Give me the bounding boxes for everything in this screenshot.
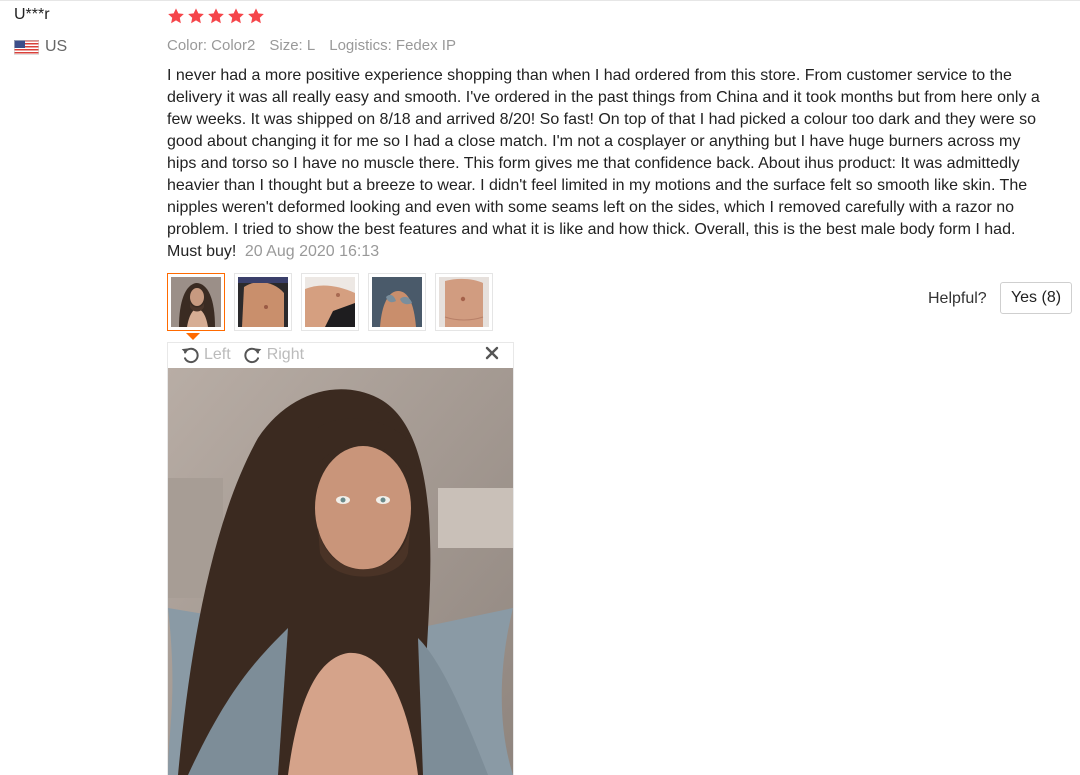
photo-image [439, 277, 489, 327]
photo-thumbnail[interactable] [234, 273, 292, 331]
photo-thumbnail[interactable] [301, 273, 359, 331]
photo-image [171, 277, 221, 327]
star-rating [167, 7, 265, 25]
star-icon [248, 8, 264, 24]
photo-viewer-image [168, 368, 513, 775]
helpful-label: Helpful? [928, 290, 987, 307]
logistics-info: Logistics: Fedex IP [329, 37, 456, 54]
helpful-yes-button[interactable]: Yes (8) [1000, 282, 1072, 314]
star-icon [208, 8, 224, 24]
photo-thumbnail[interactable] [167, 273, 225, 331]
photo-viewer: Left Right [167, 342, 514, 775]
rotate-left-button[interactable]: Left [180, 345, 231, 365]
country-label: US [45, 38, 68, 55]
photo-viewer-toolbar: Left Right [168, 343, 513, 367]
photo-image [372, 277, 422, 327]
reviewer-country: US [14, 38, 67, 56]
review-text: I never had a more positive experience s… [167, 67, 1040, 260]
active-thumbnail-indicator [186, 333, 200, 340]
reviewer-name: U***r [14, 6, 50, 23]
size-info: Size: L [269, 37, 316, 54]
top-divider [0, 0, 1080, 1]
us-flag-icon [14, 39, 39, 55]
photo-thumbnail[interactable] [435, 273, 493, 331]
review-date: 20 Aug 2020 16:13 [244, 243, 380, 260]
photo-thumbnails [167, 273, 493, 331]
rotate-right-icon [244, 347, 262, 364]
star-icon [168, 8, 184, 24]
photo-image [238, 277, 288, 327]
photo-thumbnail[interactable] [368, 273, 426, 331]
star-icon [188, 8, 204, 24]
rotate-right-label: Right [266, 346, 305, 363]
order-info: Color: Color2 Size: L Logistics: Fedex I… [167, 37, 456, 54]
rotate-left-label: Left [204, 346, 231, 363]
review-body: I never had a more positive experience s… [167, 65, 1047, 263]
close-icon[interactable] [485, 346, 499, 360]
photo-image [305, 277, 355, 327]
rotate-left-icon [181, 347, 199, 364]
star-icon [228, 8, 244, 24]
review-photo [168, 368, 513, 775]
rotate-right-button[interactable]: Right [243, 345, 304, 365]
color-info: Color: Color2 [167, 37, 256, 54]
